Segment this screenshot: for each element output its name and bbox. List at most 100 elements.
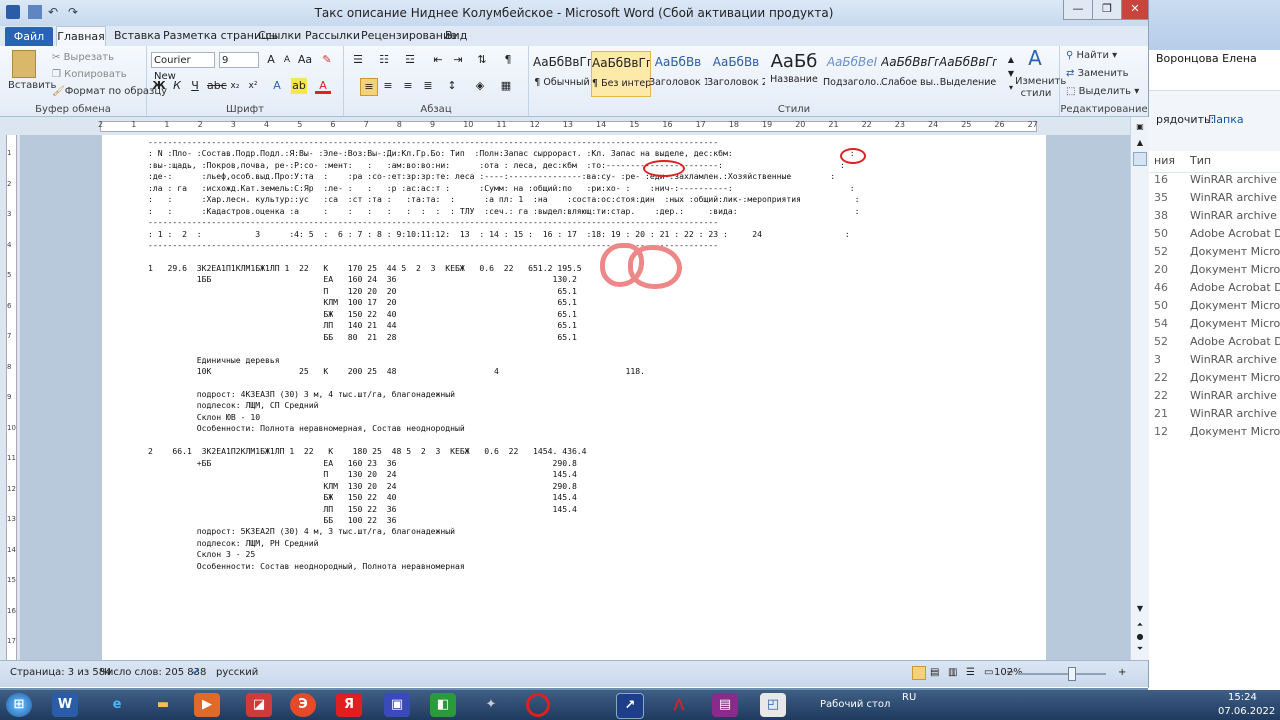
file-row[interactable]: 52 Adobe Acrobat D... bbox=[1148, 333, 1280, 351]
decrease-indent-icon[interactable]: ⇤ bbox=[430, 52, 446, 68]
file-row[interactable]: 12 Документ Microso... bbox=[1148, 423, 1280, 441]
input-language-indicator[interactable]: RU bbox=[902, 692, 916, 703]
style-5[interactable]: АаБбВеІ Подзаголо... bbox=[823, 51, 881, 95]
taskbar-app-icon[interactable]: ◰ bbox=[760, 693, 786, 717]
scroll-down-icon[interactable]: ▼ bbox=[1132, 601, 1148, 617]
taskbar-app-icon[interactable]: ◪ bbox=[246, 693, 272, 717]
style-7[interactable]: АаБбВвГг, Выделение bbox=[939, 51, 997, 95]
close-button[interactable]: ✕ bbox=[1121, 0, 1149, 20]
zoom-in-icon[interactable]: + bbox=[1118, 667, 1126, 678]
pilcrow-icon[interactable]: ¶ bbox=[500, 52, 516, 68]
file-row[interactable]: 20 Документ Microso... bbox=[1148, 261, 1280, 279]
file-row[interactable]: 38 WinRAR archive bbox=[1148, 207, 1280, 225]
taskbar-app-icon[interactable]: ↗ bbox=[616, 693, 644, 719]
grow-font-icon[interactable]: A bbox=[263, 52, 279, 68]
shading-icon[interactable]: ◈ bbox=[472, 78, 488, 94]
next-page-icon[interactable]: ⏷ bbox=[1132, 641, 1148, 657]
document-page[interactable]: ----------------------------------------… bbox=[102, 135, 1046, 660]
taskbar-word-icon[interactable]: W bbox=[52, 693, 78, 717]
start-button[interactable]: ⊞ bbox=[6, 693, 32, 717]
clear-format-icon[interactable]: ✎ bbox=[319, 52, 335, 68]
language-indicator[interactable]: русский bbox=[216, 667, 258, 678]
increase-indent-icon[interactable]: ⇥ bbox=[450, 52, 466, 68]
zoom-slider-track[interactable] bbox=[1018, 673, 1106, 675]
clock-time[interactable]: 15:24 bbox=[1228, 692, 1257, 703]
ruler-toggle-icon[interactable]: ▣ bbox=[1132, 119, 1148, 135]
taskbar-media-icon[interactable]: ▶ bbox=[194, 693, 220, 717]
column-header-name[interactable]: ния bbox=[1154, 154, 1175, 167]
copy-button[interactable]: ❐ Копировать bbox=[52, 69, 127, 80]
file-row[interactable]: 50 Adobe Acrobat D... bbox=[1148, 225, 1280, 243]
taskbar-app-icon[interactable]: ✦ bbox=[478, 693, 504, 717]
align-center-icon[interactable]: ≡ bbox=[380, 78, 396, 94]
zoom-slider-knob[interactable] bbox=[1067, 667, 1076, 681]
file-row[interactable]: 16 WinRAR archive bbox=[1148, 171, 1280, 189]
tab-file[interactable]: Файл bbox=[5, 27, 53, 46]
tab-review[interactable]: Рецензирование bbox=[361, 29, 457, 42]
file-row[interactable]: 21 WinRAR archive bbox=[1148, 405, 1280, 423]
font-size-combo[interactable]: 9 bbox=[219, 52, 259, 68]
style-0[interactable]: АаБбВвГг, ¶ Обычный bbox=[533, 51, 591, 95]
file-row[interactable]: 3 WinRAR archive bbox=[1148, 351, 1280, 369]
justify-icon[interactable]: ≣ bbox=[420, 78, 436, 94]
taskbar-ie-icon[interactable]: e bbox=[104, 693, 130, 717]
file-row[interactable]: 50 Документ Microso... bbox=[1148, 297, 1280, 315]
tab-view[interactable]: Вид bbox=[445, 29, 467, 42]
select-button[interactable]: ⬚ Выделить ▾ bbox=[1066, 86, 1139, 97]
align-left-icon[interactable]: ≡ bbox=[360, 78, 378, 96]
change-styles-icon[interactable]: A bbox=[1027, 48, 1043, 68]
outline-view-icon[interactable]: ☰ bbox=[966, 667, 975, 678]
style-2[interactable]: АаБбВв Заголовок 1 bbox=[649, 51, 707, 95]
borders-icon[interactable]: ▦ bbox=[498, 78, 514, 94]
column-header-type[interactable]: Тип bbox=[1190, 154, 1211, 167]
tab-insert[interactable]: Вставка bbox=[114, 29, 161, 42]
shrink-font-icon[interactable]: A bbox=[279, 52, 295, 68]
background-explorer-window[interactable]: Воронцова Елена рядочить: Папка ния Тип … bbox=[1148, 0, 1280, 690]
file-row[interactable]: 52 Документ Microso... bbox=[1148, 243, 1280, 261]
print-layout-view-icon[interactable] bbox=[912, 666, 926, 680]
file-row[interactable]: 22 Документ Microso... bbox=[1148, 369, 1280, 387]
font-name-combo[interactable]: Courier New bbox=[151, 52, 215, 82]
bold-icon[interactable]: Ж bbox=[151, 78, 167, 94]
italic-icon[interactable]: К bbox=[169, 78, 185, 94]
minimize-button[interactable]: — bbox=[1063, 0, 1093, 20]
tab-references[interactable]: Ссылки bbox=[258, 29, 301, 42]
taskbar-opera-icon[interactable] bbox=[526, 693, 550, 717]
sort-folder-dropdown[interactable]: Папка bbox=[1208, 113, 1244, 126]
highlight-icon[interactable]: ab bbox=[291, 78, 307, 94]
file-row[interactable]: 54 Документ Microso... bbox=[1148, 315, 1280, 333]
align-right-icon[interactable]: ≡ bbox=[400, 78, 416, 94]
taskbar-acrobat-icon[interactable]: ⋀ bbox=[666, 693, 692, 717]
tab-mailings[interactable]: Рассылки bbox=[305, 29, 360, 42]
style-6[interactable]: АаБбВвГг, Слабое вы... bbox=[881, 51, 939, 95]
vertical-scrollbar[interactable]: ▣ ▲ ▼ ⏶ ● ⏷ bbox=[1130, 117, 1149, 660]
superscript-icon[interactable]: x² bbox=[245, 78, 261, 94]
underline-icon[interactable]: Ч bbox=[187, 78, 203, 94]
taskbar-app-icon[interactable]: Э bbox=[290, 693, 316, 717]
text-effects-icon[interactable]: A bbox=[269, 78, 285, 94]
style-1[interactable]: АаБбВвГг, ¶ Без интер... bbox=[591, 51, 651, 97]
document-text[interactable]: ----------------------------------------… bbox=[148, 137, 859, 572]
replace-button[interactable]: ⇄ Заменить bbox=[1066, 68, 1129, 79]
bullets-icon[interactable]: ☰ bbox=[350, 52, 366, 68]
clock-date[interactable]: 07.06.2022 bbox=[1218, 706, 1275, 717]
strikethrough-icon[interactable]: abc bbox=[207, 78, 227, 94]
page-count[interactable]: Страница: 3 из 584 bbox=[10, 667, 111, 678]
find-button[interactable]: ⚲ Найти ▾ bbox=[1066, 50, 1117, 61]
maximize-button[interactable]: ❐ bbox=[1092, 0, 1122, 20]
taskbar-yandex-icon[interactable]: Я bbox=[336, 693, 362, 717]
numbering-icon[interactable]: ☷ bbox=[376, 52, 392, 68]
change-styles-button[interactable]: Изменить стили bbox=[1015, 76, 1066, 100]
paste-icon[interactable] bbox=[12, 50, 36, 78]
file-row[interactable]: 35 WinRAR archive bbox=[1148, 189, 1280, 207]
sort-icon[interactable]: ⇅ bbox=[474, 52, 490, 68]
scroll-up-icon[interactable]: ▲ bbox=[1132, 135, 1148, 151]
file-row[interactable]: 22 WinRAR archive bbox=[1148, 387, 1280, 405]
reading-view-icon[interactable]: ▤ bbox=[930, 667, 939, 678]
font-color-icon[interactable]: A bbox=[315, 78, 331, 94]
spellcheck-icon[interactable]: ✔ bbox=[192, 667, 200, 678]
vertical-ruler[interactable]: 1 2 3 4 5 6 7 8 9 10 11 12 13 14 15 16 17 bbox=[0, 135, 20, 660]
cut-button[interactable]: ✂ Вырезать bbox=[52, 52, 114, 63]
line-spacing-icon[interactable]: ↕ bbox=[444, 78, 460, 94]
desktop-toolbar-label[interactable]: Рабочий стол bbox=[820, 699, 890, 710]
